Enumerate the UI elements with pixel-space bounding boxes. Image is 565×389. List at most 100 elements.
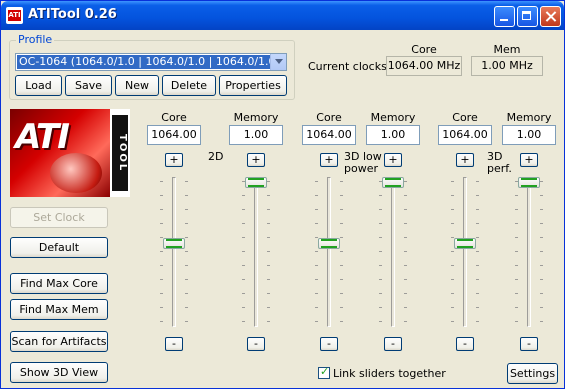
mode1-memory-label: Memory: [233, 111, 279, 124]
mode2-core-slider-track[interactable]: [327, 177, 331, 327]
slider-tick: [185, 223, 188, 224]
mode1-memory-minus-button[interactable]: -: [247, 337, 265, 351]
mode1-core-plus-button[interactable]: +: [165, 153, 183, 167]
new-button[interactable]: New: [115, 75, 159, 96]
default-button[interactable]: Default: [10, 237, 108, 258]
slider-tick: [267, 279, 270, 280]
mode2-memory-slider-thumb[interactable]: [382, 177, 404, 188]
mode3-label: 3D perf.: [487, 150, 512, 175]
slider-tick: [451, 195, 454, 196]
slider-tick: [242, 321, 245, 322]
slider-tick: [476, 251, 479, 252]
mode1-core-slider-thumb[interactable]: [163, 238, 185, 250]
mode2-core-input[interactable]: 1064.00: [302, 125, 356, 145]
mode2-memory-input[interactable]: 1.00: [366, 125, 420, 145]
mode3-memory-minus-button[interactable]: -: [520, 337, 538, 351]
slider-tick: [160, 279, 163, 280]
slider-tick: [242, 195, 245, 196]
find-max-mem-button[interactable]: Find Max Mem: [10, 299, 108, 320]
slider-tick: [476, 209, 479, 210]
slider-tick: [515, 209, 518, 210]
slider-tick: [476, 307, 479, 308]
mode2-core-minus-button[interactable]: -: [320, 337, 338, 351]
mode3-memory-slider-track[interactable]: [527, 177, 531, 327]
slider-tick: [160, 181, 163, 182]
slider-tick: [404, 251, 407, 252]
delete-button[interactable]: Delete: [162, 75, 216, 96]
chevron-down-icon[interactable]: [270, 54, 286, 70]
slider-tick: [185, 307, 188, 308]
settings-button[interactable]: Settings: [507, 363, 558, 384]
slider-tick: [476, 195, 479, 196]
mode3-core-slider-thumb[interactable]: [454, 238, 476, 250]
mode1-memory-slider-track[interactable]: [254, 177, 258, 327]
slider-tick: [540, 237, 543, 238]
mode2-memory-minus-button[interactable]: -: [384, 337, 402, 351]
link-sliders-checkbox[interactable]: [318, 365, 330, 379]
mode1-core-input[interactable]: 1064.00: [147, 125, 201, 145]
mode2-core-slider-thumb[interactable]: [318, 238, 340, 250]
slider-tick: [379, 265, 382, 266]
mode3-memory-slider-thumb[interactable]: [518, 177, 540, 188]
slider-tick: [315, 279, 318, 280]
slider-tick: [451, 293, 454, 294]
slider-tick: [515, 195, 518, 196]
slider-tick: [160, 265, 163, 266]
mode1-memory-plus-button[interactable]: +: [247, 153, 265, 167]
mode2-core-plus-button[interactable]: +: [320, 153, 338, 167]
maximize-button[interactable]: [517, 6, 538, 27]
set-clock-button[interactable]: Set Clock: [10, 207, 108, 228]
slider-tick: [185, 251, 188, 252]
slider-tick: [315, 209, 318, 210]
slider-tick: [315, 321, 318, 322]
slider-tick: [379, 237, 382, 238]
mode2-memory-plus-button[interactable]: +: [384, 153, 402, 167]
slider-tick: [267, 321, 270, 322]
slider-tick: [340, 251, 343, 252]
mode1-core-minus-button[interactable]: -: [165, 337, 183, 351]
properties-button[interactable]: Properties: [219, 75, 287, 96]
slider-tick: [242, 223, 245, 224]
main-window: ATI ATITool 0.26 Profile OC-1064 (1064.0…: [0, 0, 565, 389]
mode1-memory-slider-thumb[interactable]: [245, 177, 267, 188]
slider-tick: [404, 223, 407, 224]
mode2-label: 3D low power: [344, 150, 382, 175]
mode3-core-slider-track[interactable]: [463, 177, 467, 327]
close-button[interactable]: [540, 6, 561, 27]
find-max-core-button[interactable]: Find Max Core: [10, 273, 108, 294]
slider-tick: [242, 209, 245, 210]
mode1-label: 2D: [208, 150, 224, 163]
mode3-core-minus-button[interactable]: -: [456, 337, 474, 351]
slider-tick: [160, 223, 163, 224]
show-3d-view-button[interactable]: Show 3D View: [10, 362, 108, 383]
minimize-button[interactable]: [494, 6, 515, 27]
load-button[interactable]: Load: [15, 75, 62, 96]
mode2-memory-slider-track[interactable]: [391, 177, 395, 327]
current-mem-header: Mem: [493, 43, 521, 56]
slider-tick: [451, 223, 454, 224]
mode1-core-slider-track[interactable]: [172, 177, 176, 327]
slider-tick: [515, 293, 518, 294]
slider-tick: [340, 321, 343, 322]
slider-tick: [540, 279, 543, 280]
current-core-value: 1064.00 MHz: [386, 56, 462, 76]
slider-tick: [451, 251, 454, 252]
slider-tick: [404, 237, 407, 238]
scan-artifacts-button[interactable]: Scan for Artifacts: [10, 331, 108, 352]
slider-tick: [540, 223, 543, 224]
save-button[interactable]: Save: [65, 75, 112, 96]
title-bar[interactable]: ATI ATITool 0.26: [1, 1, 564, 30]
slider-tick: [315, 223, 318, 224]
slider-tick: [185, 237, 188, 238]
current-core-header: Core: [411, 43, 437, 56]
slider-tick: [315, 307, 318, 308]
profile-select[interactable]: OC-1064 (1064.0/1.0 | 1064.0/1.0 | 1064.…: [15, 53, 287, 71]
slider-tick: [340, 181, 343, 182]
slider-tick: [340, 265, 343, 266]
mode3-core-input[interactable]: 1064.00: [438, 125, 492, 145]
slider-tick: [315, 195, 318, 196]
slider-tick: [315, 265, 318, 266]
mode3-core-plus-button[interactable]: +: [456, 153, 474, 167]
mode3-memory-input[interactable]: 1.00: [502, 125, 556, 145]
mode1-memory-input[interactable]: 1.00: [229, 125, 283, 145]
